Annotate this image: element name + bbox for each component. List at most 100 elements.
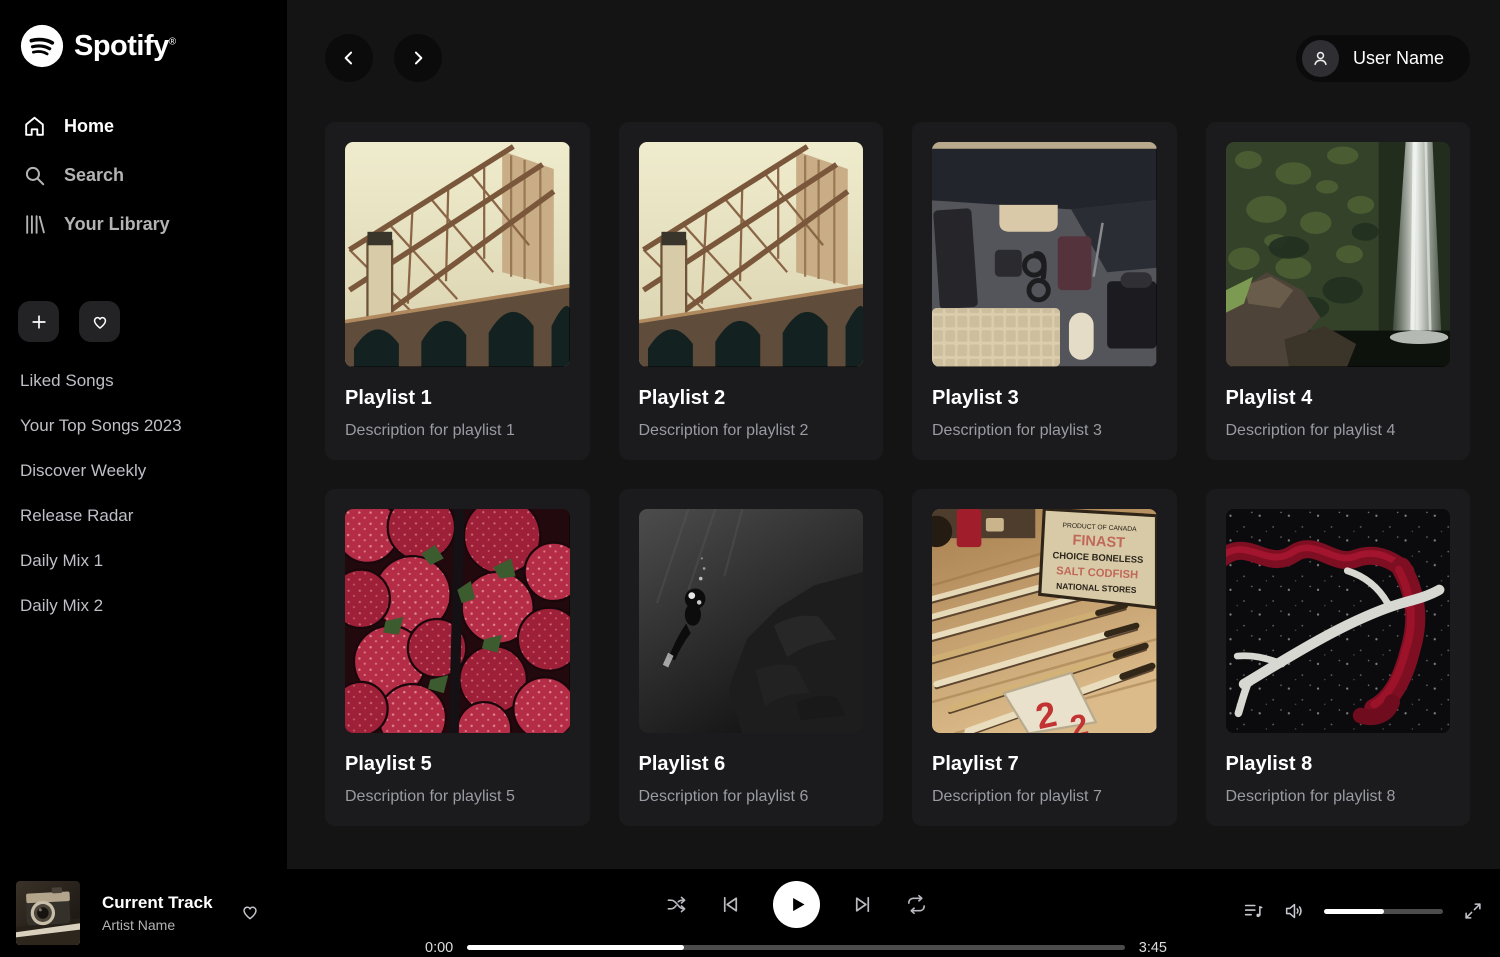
- brand-name: Spotify®: [74, 30, 176, 63]
- playlist-description: Description for playlist 5: [345, 788, 570, 806]
- player-options: [1204, 900, 1484, 926]
- user-name: User Name: [1353, 48, 1444, 69]
- playlist-title: Playlist 5: [345, 753, 570, 776]
- play-icon: [787, 894, 808, 915]
- playlist-title: Playlist 2: [639, 387, 864, 410]
- expand-icon: [1462, 900, 1484, 922]
- plus-icon: [29, 312, 49, 332]
- back-button[interactable]: [325, 34, 373, 82]
- elapsed-time: 0:00: [425, 940, 453, 956]
- progress-bar[interactable]: [467, 945, 1125, 950]
- avatar: [1302, 40, 1339, 77]
- repeat-button[interactable]: [905, 893, 928, 916]
- play-button[interactable]: [773, 881, 820, 928]
- volume-button[interactable]: [1283, 900, 1305, 922]
- playlist-grid: Playlist 1 Description for playlist 1: [325, 122, 1470, 826]
- create-playlist-button[interactable]: [18, 301, 59, 342]
- playlist-cover-steel-structure: [639, 142, 864, 367]
- previous-track-button[interactable]: [719, 893, 742, 916]
- player-controls: 0:00 3:45: [388, 871, 1204, 956]
- playlist-card-1[interactable]: Playlist 1 Description for playlist 1: [325, 122, 590, 460]
- volume-slider[interactable]: [1324, 909, 1443, 914]
- sidebar-actions: [18, 301, 269, 342]
- playlist-card-6[interactable]: Playlist 6 Description for playlist 6: [619, 489, 884, 827]
- playlist-description: Description for playlist 4: [1226, 422, 1451, 440]
- playlist-title: Playlist 4: [1226, 387, 1451, 410]
- sidebar-item-home[interactable]: Home: [18, 102, 269, 151]
- sidebar-playlist-release-radar[interactable]: Release Radar: [18, 493, 269, 538]
- sidebar: Spotify® Home Search Your Library: [0, 0, 287, 869]
- playlist-card-3[interactable]: Playlist 3 Description for playlist 3: [912, 122, 1177, 460]
- sidebar-item-label: Search: [64, 165, 124, 186]
- top-bar: User Name: [325, 34, 1470, 82]
- sidebar-playlist-discover-weekly[interactable]: Discover Weekly: [18, 448, 269, 493]
- like-track-button[interactable]: [239, 901, 261, 926]
- playlist-card-7[interactable]: PRODUCT OF CANADA FINAST CHOICE BONELESS…: [912, 489, 1177, 827]
- next-icon: [851, 893, 874, 916]
- home-icon: [22, 114, 47, 139]
- sidebar-playlist-daily-mix-1[interactable]: Daily Mix 1: [18, 538, 269, 583]
- playlist-cover-strawberries: [345, 509, 570, 734]
- sign-text: FINAST: [1072, 532, 1125, 551]
- progress-row: 0:00 3:45: [425, 940, 1167, 956]
- current-track-artist: Artist Name: [102, 917, 213, 933]
- sidebar-item-label: Your Library: [64, 214, 170, 235]
- playlist-cover-antler-ribbon: [1226, 509, 1451, 734]
- chevron-right-icon: [408, 48, 428, 68]
- playlist-cover-steel-structure: [345, 142, 570, 367]
- playlist-description: Description for playlist 7: [932, 788, 1157, 806]
- sidebar-playlist-your-top-songs-2023[interactable]: Your Top Songs 2023: [18, 403, 269, 448]
- library-icon: [22, 212, 47, 237]
- main-content: User Name: [287, 0, 1500, 869]
- player-bar: Current Track Artist Name: [0, 869, 1500, 957]
- album-art-vintage-camera: [16, 881, 80, 945]
- playlist-description: Description for playlist 8: [1226, 788, 1451, 806]
- playlist-card-2[interactable]: Playlist 2 Description for playlist 2: [619, 122, 884, 460]
- sidebar-playlists: Liked Songs Your Top Songs 2023 Discover…: [18, 358, 269, 628]
- total-duration: 3:45: [1139, 940, 1167, 956]
- previous-icon: [719, 893, 742, 916]
- heart-icon: [90, 312, 110, 332]
- playlist-title: Playlist 1: [345, 387, 570, 410]
- app-window: Spotify® Home Search Your Library: [0, 0, 1500, 869]
- volume-icon: [1283, 900, 1305, 922]
- spotify-logo: Spotify®: [18, 22, 269, 102]
- progress-fill: [467, 945, 684, 950]
- playlist-title: Playlist 7: [932, 753, 1157, 776]
- user-menu-button[interactable]: User Name: [1296, 35, 1470, 82]
- playlist-card-8[interactable]: Playlist 8 Description for playlist 8: [1206, 489, 1471, 827]
- sidebar-item-search[interactable]: Search: [18, 151, 269, 200]
- sidebar-playlist-liked-songs[interactable]: Liked Songs: [18, 358, 269, 403]
- forward-button[interactable]: [394, 34, 442, 82]
- shuffle-icon: [665, 893, 688, 916]
- fullscreen-button[interactable]: [1462, 900, 1484, 922]
- playlist-title: Playlist 3: [932, 387, 1157, 410]
- chevron-left-icon: [339, 48, 359, 68]
- playlist-card-5[interactable]: Playlist 5 Description for playlist 5: [325, 489, 590, 827]
- queue-button[interactable]: [1242, 900, 1264, 922]
- shuffle-button[interactable]: [665, 893, 688, 916]
- next-track-button[interactable]: [851, 893, 874, 916]
- sidebar-item-label: Home: [64, 116, 114, 137]
- playlist-cover-underwater-diver: [639, 509, 864, 734]
- playlist-card-4[interactable]: Playlist 4 Description for playlist 4: [1206, 122, 1471, 460]
- sidebar-playlist-daily-mix-2[interactable]: Daily Mix 2: [18, 583, 269, 628]
- current-track-title: Current Track: [102, 893, 213, 913]
- playlist-cover-rulers-on-wood: PRODUCT OF CANADA FINAST CHOICE BONELESS…: [932, 509, 1157, 734]
- heart-icon: [239, 901, 261, 923]
- playlist-cover-desk-flatlay: [932, 142, 1157, 367]
- playlist-title: Playlist 8: [1226, 753, 1451, 776]
- liked-songs-button[interactable]: [79, 301, 120, 342]
- playlist-cover-forest-waterfall: [1226, 142, 1451, 367]
- playlist-title: Playlist 6: [639, 753, 864, 776]
- playlist-description: Description for playlist 1: [345, 422, 570, 440]
- sidebar-item-your-library[interactable]: Your Library: [18, 200, 269, 249]
- playlist-description: Description for playlist 6: [639, 788, 864, 806]
- spotify-logo-icon: [20, 24, 64, 68]
- repeat-icon: [905, 893, 928, 916]
- queue-icon: [1242, 900, 1264, 922]
- volume-fill: [1324, 909, 1384, 914]
- person-icon: [1310, 48, 1331, 69]
- playlist-description: Description for playlist 3: [932, 422, 1157, 440]
- search-icon: [22, 163, 47, 188]
